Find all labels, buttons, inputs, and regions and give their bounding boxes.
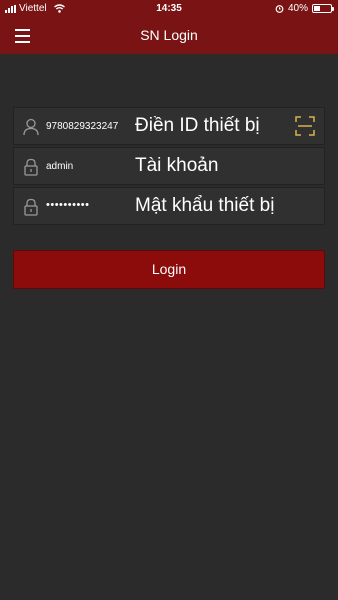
- nav-bar: SN Login: [0, 18, 338, 54]
- device-id-field[interactable]: 9780829323247 Điền ID thiết bị: [13, 107, 325, 145]
- device-id-placeholder: Điền ID thiết bị: [135, 115, 260, 136]
- status-right: 40%: [275, 3, 334, 14]
- top-bar: Viettel 14:35 40% SN Login: [0, 0, 338, 54]
- password-value: ••••••••••: [46, 199, 90, 211]
- user-icon: [23, 118, 39, 136]
- lock-icon: [24, 158, 38, 176]
- account-value: admin: [46, 161, 74, 172]
- account-placeholder: Tài khoản: [135, 155, 219, 176]
- alarm-icon: [275, 5, 284, 13]
- battery-icon: [312, 4, 334, 13]
- device-id-value: 9780829323247: [46, 121, 119, 132]
- password-field[interactable]: •••••••••• Mật khẩu thiết bị: [13, 187, 325, 225]
- page-title: SN Login: [140, 27, 198, 43]
- status-bar: Viettel 14:35 40%: [0, 0, 338, 18]
- login-form: 9780829323247 Điền ID thiết bị admin Tài…: [13, 107, 325, 227]
- scan-icon[interactable]: [295, 116, 315, 136]
- battery-percent: 40%: [287, 3, 308, 14]
- lock-icon: [24, 198, 38, 216]
- password-placeholder: Mật khẩu thiết bị: [135, 195, 275, 216]
- login-button[interactable]: Login: [13, 250, 325, 289]
- account-field[interactable]: admin Tài khoản: [13, 147, 325, 185]
